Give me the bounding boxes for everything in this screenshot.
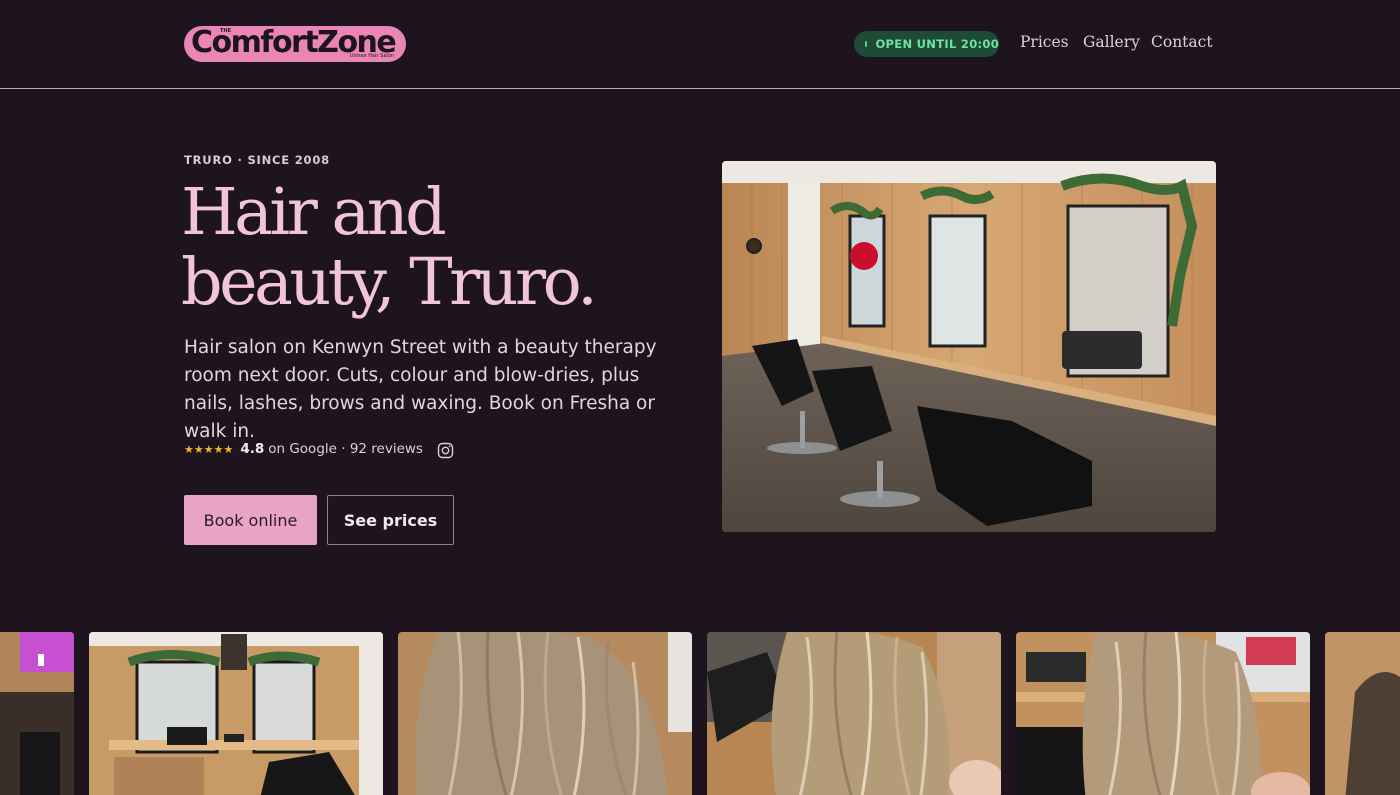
rating-source: on Google · 92 reviews <box>268 441 423 457</box>
google-rating: ★★★★★ 4.8 on Google · 92 reviews <box>184 441 423 457</box>
logo-tagline: Unisex Hair Salon <box>349 53 394 59</box>
hero-headline: Hair and beauty, Truro. <box>181 178 681 318</box>
logo[interactable]: THE ComfortZone Unisex Hair Salon <box>184 26 406 62</box>
gallery-photo[interactable] <box>0 632 74 795</box>
gallery-photo[interactable] <box>1325 632 1400 795</box>
gallery-photo[interactable] <box>398 632 692 795</box>
status-dot-icon <box>865 41 868 47</box>
nav-gallery[interactable]: Gallery <box>1083 33 1140 51</box>
book-online-button[interactable]: Book online <box>184 495 317 545</box>
open-status-badge: OPEN UNTIL 20:00 <box>854 31 999 57</box>
gallery-photo[interactable] <box>707 632 1001 795</box>
hero-description: Hair salon on Kenwyn Street with a beaut… <box>184 337 657 442</box>
nav-prices[interactable]: Prices <box>1020 33 1069 51</box>
open-status-text: OPEN UNTIL 20:00 <box>875 37 999 51</box>
gallery-photo[interactable] <box>89 632 383 795</box>
rating-score: 4.8 <box>240 441 265 457</box>
gallery-photo[interactable] <box>1016 632 1310 795</box>
headline-line-2: beauty, Truro. <box>181 245 598 320</box>
photo-gallery-strip <box>0 632 1400 795</box>
site-header: THE ComfortZone Unisex Hair Salon OPEN U… <box>0 0 1400 89</box>
hero-eyebrow: TRURO · SINCE 2008 <box>184 153 330 167</box>
star-rating-icon: ★★★★★ <box>184 442 234 456</box>
see-prices-button[interactable]: See prices <box>327 495 454 545</box>
instagram-icon[interactable] <box>437 442 454 459</box>
headline-line-1: Hair and <box>181 175 447 250</box>
salon-interior-photo <box>722 161 1216 532</box>
nav-contact[interactable]: Contact <box>1151 33 1213 51</box>
